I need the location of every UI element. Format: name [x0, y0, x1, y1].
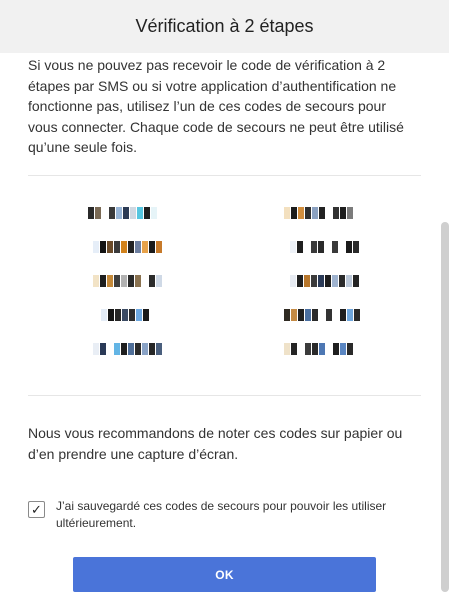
backup-code-redacted	[93, 342, 162, 356]
saved-codes-checkbox[interactable]: ✓	[28, 501, 45, 518]
recommendation-text: Nous vous recommandons de noter ces code…	[28, 425, 403, 462]
backup-code-redacted	[290, 274, 359, 288]
checkmark-icon: ✓	[31, 502, 42, 517]
ok-button[interactable]: OK	[73, 557, 376, 592]
backup-code-redacted	[290, 240, 359, 254]
backup-code-redacted	[93, 240, 162, 254]
scrollbar-thumb[interactable]	[441, 222, 449, 592]
dialog-content: Si vous ne pouvez pas recevoir le code d…	[0, 53, 449, 601]
backup-codes-grid	[0, 203, 449, 373]
backup-code-redacted	[284, 206, 353, 220]
backup-code-redacted	[284, 308, 360, 322]
intro-text: Si vous ne pouvez pas recevoir le code d…	[28, 57, 404, 155]
saved-codes-checkbox-label[interactable]: J’ai sauvegardé ces codes de secours pou…	[56, 498, 423, 532]
saved-codes-checkbox-row[interactable]: ✓ J’ai sauvegardé ces codes de secours p…	[28, 498, 423, 532]
backup-code-redacted	[284, 342, 353, 356]
backup-code-redacted	[88, 206, 157, 220]
dialog-header: Vérification à 2 étapes	[0, 0, 449, 53]
dialog-title: Vérification à 2 étapes	[135, 16, 314, 36]
backup-code-redacted	[101, 308, 149, 322]
divider-bottom	[28, 395, 421, 396]
divider-top	[28, 175, 421, 176]
backup-code-redacted	[93, 274, 162, 288]
